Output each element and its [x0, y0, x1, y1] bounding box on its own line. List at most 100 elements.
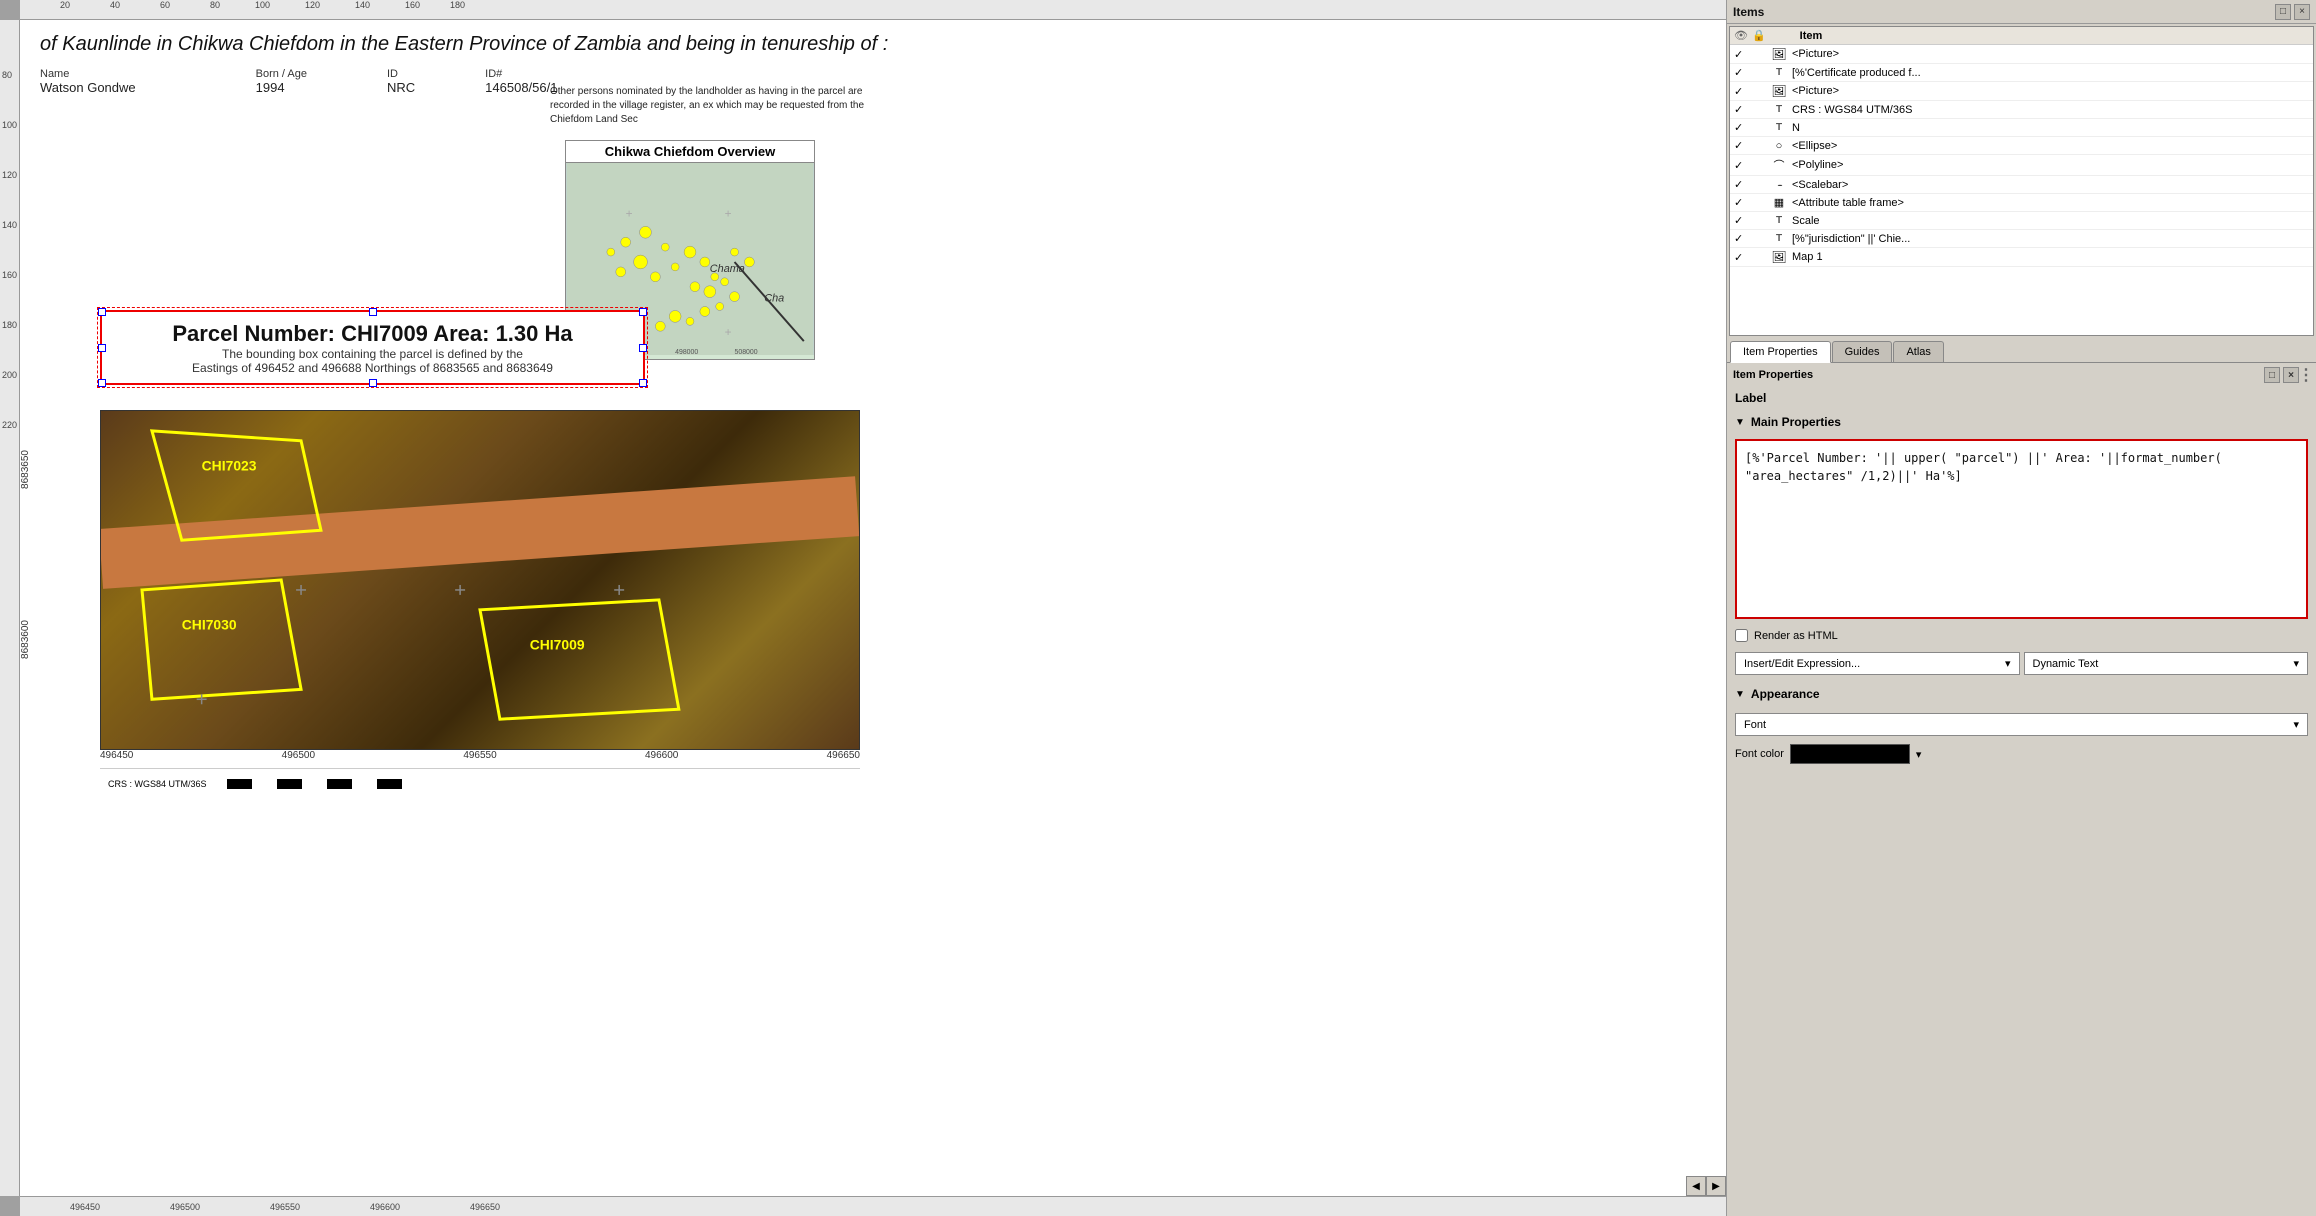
item-check-11[interactable]: ✓ [1734, 232, 1748, 245]
expression-box[interactable]: [%'Parcel Number: '|| upper( "parcel") |… [1735, 439, 2308, 619]
list-item[interactable]: ✓ ▦ <Attribute table frame> [1730, 194, 2313, 212]
list-item[interactable]: ✓ T Scale [1730, 212, 2313, 230]
handle-bottom-mid[interactable] [369, 379, 377, 387]
bottom-coords: 496450 496500 496550 496600 496650 [100, 750, 860, 761]
list-item[interactable]: ✓ 🖼 <Picture> [1730, 45, 2313, 64]
scalebar-bar [227, 779, 427, 789]
font-color-swatch[interactable] [1790, 744, 1910, 764]
born-field: Born / Age 1994 [256, 68, 307, 95]
ruler-left: 80 100 120 140 160 180 200 220 [0, 20, 20, 1196]
svg-text:CHI7009: CHI7009 [530, 637, 585, 653]
font-dropdown-icon[interactable]: ▾ [2293, 718, 2299, 731]
dynamic-text-dropdown-icon[interactable]: ▾ [2293, 657, 2299, 670]
ruler-mark-b4: 496600 [370, 1202, 400, 1212]
tab-guides[interactable]: Guides [1832, 341, 1893, 362]
insert-edit-button[interactable]: Insert/Edit Expression... ▾ [1735, 652, 2020, 675]
ruler-mark-b3: 496550 [270, 1202, 300, 1212]
parcel-textbox[interactable]: Parcel Number: CHI7009 Area: 1.30 Ha The… [100, 310, 645, 385]
insert-edit-label: Insert/Edit Expression... [1744, 658, 1860, 670]
ruler-mark: 80 [210, 0, 220, 10]
expression-text: [%'Parcel Number: '|| upper( "parcel") |… [1745, 449, 2298, 485]
list-item[interactable]: ✓ T [%"jurisdiction" ||' Chie... [1730, 230, 2313, 248]
handle-top-right[interactable] [639, 308, 647, 316]
items-list[interactable]: 👁 🔒 Item ✓ 🖼 <Picture> ✓ T [%'Certificat… [1729, 26, 2314, 336]
ruler-mark-b1: 496450 [70, 1202, 100, 1212]
ip-extra-btn[interactable]: ⋮ [2302, 367, 2310, 383]
main-props-header: ▼ Main Properties [1727, 409, 2316, 435]
items-panel-title: Items [1733, 5, 1764, 19]
main-props-label: Main Properties [1751, 415, 1841, 429]
item-check-3[interactable]: ✓ [1734, 85, 1748, 98]
font-color-dropdown[interactable]: ▾ [1916, 748, 1922, 761]
handle-bottom-right[interactable] [639, 379, 647, 387]
ruler-top: 20 40 60 80 100 120 140 160 180 [20, 0, 1726, 20]
ruler-bottom: 496450 496500 496550 496600 496650 [20, 1196, 1726, 1216]
svg-text:508000: 508000 [735, 349, 758, 355]
insert-dropdown-icon[interactable]: ▾ [2005, 657, 2011, 670]
item-check-8[interactable]: ✓ [1734, 178, 1748, 191]
item-label-12: Map 1 [1792, 251, 2309, 263]
scroll-left-btn[interactable]: ◀ [1686, 1176, 1706, 1196]
ip-minimize-btn[interactable]: □ [2264, 367, 2280, 383]
item-check-6[interactable]: ✓ [1734, 139, 1748, 152]
tab-atlas[interactable]: Atlas [1893, 341, 1943, 362]
list-item[interactable]: ✓ --- <Scalebar> [1730, 176, 2313, 194]
dynamic-text-button[interactable]: Dynamic Text ▾ [2024, 652, 2309, 675]
list-item[interactable]: ✓ T N [1730, 119, 2313, 137]
panel-close-btn[interactable]: × [2294, 4, 2310, 20]
handle-bottom-left[interactable] [98, 379, 106, 387]
list-item[interactable]: ✓ ⌒ <Polyline> [1730, 155, 2313, 176]
born-label: Born / Age [256, 68, 307, 80]
tab-item-properties[interactable]: Item Properties [1730, 341, 1831, 363]
parcel-subtitle: The bounding box containing the parcel i… [222, 347, 523, 361]
ruler-mark: 60 [160, 0, 170, 10]
coord-496450: 496450 [100, 750, 133, 761]
item-check-10[interactable]: ✓ [1734, 214, 1748, 227]
name-label: Name [40, 68, 136, 80]
ip-panel-controls[interactable]: □ × ⋮ [2264, 367, 2310, 383]
handle-mid-right[interactable] [639, 344, 647, 352]
ip-close-btn[interactable]: × [2283, 367, 2299, 383]
coord-496600: 496600 [645, 750, 678, 761]
list-item[interactable]: ✓ T CRS : WGS84 UTM/36S [1730, 101, 2313, 119]
id-field: ID NRC [387, 68, 415, 95]
list-item[interactable]: ✓ ○ <Ellipse> [1730, 137, 2313, 155]
item-icon-10: T [1770, 215, 1788, 226]
parcel-title: Parcel Number: CHI7009 Area: 1.30 Ha [172, 321, 572, 347]
font-row: Font ▾ [1727, 709, 2316, 740]
panel-minimize-btn[interactable]: □ [2275, 4, 2291, 20]
item-label-4: CRS : WGS84 UTM/36S [1792, 104, 2309, 116]
item-label-1: <Picture> [1792, 48, 2309, 60]
born-value: 1994 [256, 80, 307, 95]
item-check-4[interactable]: ✓ [1734, 103, 1748, 116]
scroll-arrows[interactable]: ◀ ▶ [1686, 1176, 1726, 1196]
ruler-mark-b5: 496650 [470, 1202, 500, 1212]
font-select[interactable]: Font ▾ [1735, 713, 2308, 736]
item-check-2[interactable]: ✓ [1734, 66, 1748, 79]
item-icon-8: --- [1770, 180, 1788, 190]
item-check-12[interactable]: ✓ [1734, 251, 1748, 264]
render-html-checkbox[interactable] [1735, 629, 1748, 642]
ruler-mark: 140 [2, 220, 17, 230]
item-check-1[interactable]: ✓ [1734, 48, 1748, 61]
item-label-6: <Ellipse> [1792, 140, 2309, 152]
list-item[interactable]: ✓ T [%'Certificate produced f... [1730, 64, 2313, 82]
render-html-label: Render as HTML [1754, 630, 1838, 642]
scroll-right-btn[interactable]: ▶ [1706, 1176, 1726, 1196]
scalebar-area: CRS : WGS84 UTM/36S [100, 768, 860, 798]
panel-controls[interactable]: □ × [2275, 4, 2310, 20]
handle-top-mid[interactable] [369, 308, 377, 316]
item-label-3: <Picture> [1792, 85, 2309, 97]
appearance-collapse-icon[interactable]: ▼ [1735, 689, 1745, 700]
ruler-mark: 100 [255, 0, 270, 10]
name-field: Name Watson Gondwe [40, 68, 136, 95]
item-check-7[interactable]: ✓ [1734, 159, 1748, 172]
item-check-5[interactable]: ✓ [1734, 121, 1748, 134]
ruler-mark: 160 [2, 270, 17, 280]
list-item[interactable]: ✓ 🖼 <Picture> [1730, 82, 2313, 101]
handle-mid-left[interactable] [98, 344, 106, 352]
collapse-icon[interactable]: ▼ [1735, 417, 1745, 428]
item-check-9[interactable]: ✓ [1734, 196, 1748, 209]
handle-top-left[interactable] [98, 308, 106, 316]
list-item[interactable]: ✓ 🖼 Map 1 [1730, 248, 2313, 267]
